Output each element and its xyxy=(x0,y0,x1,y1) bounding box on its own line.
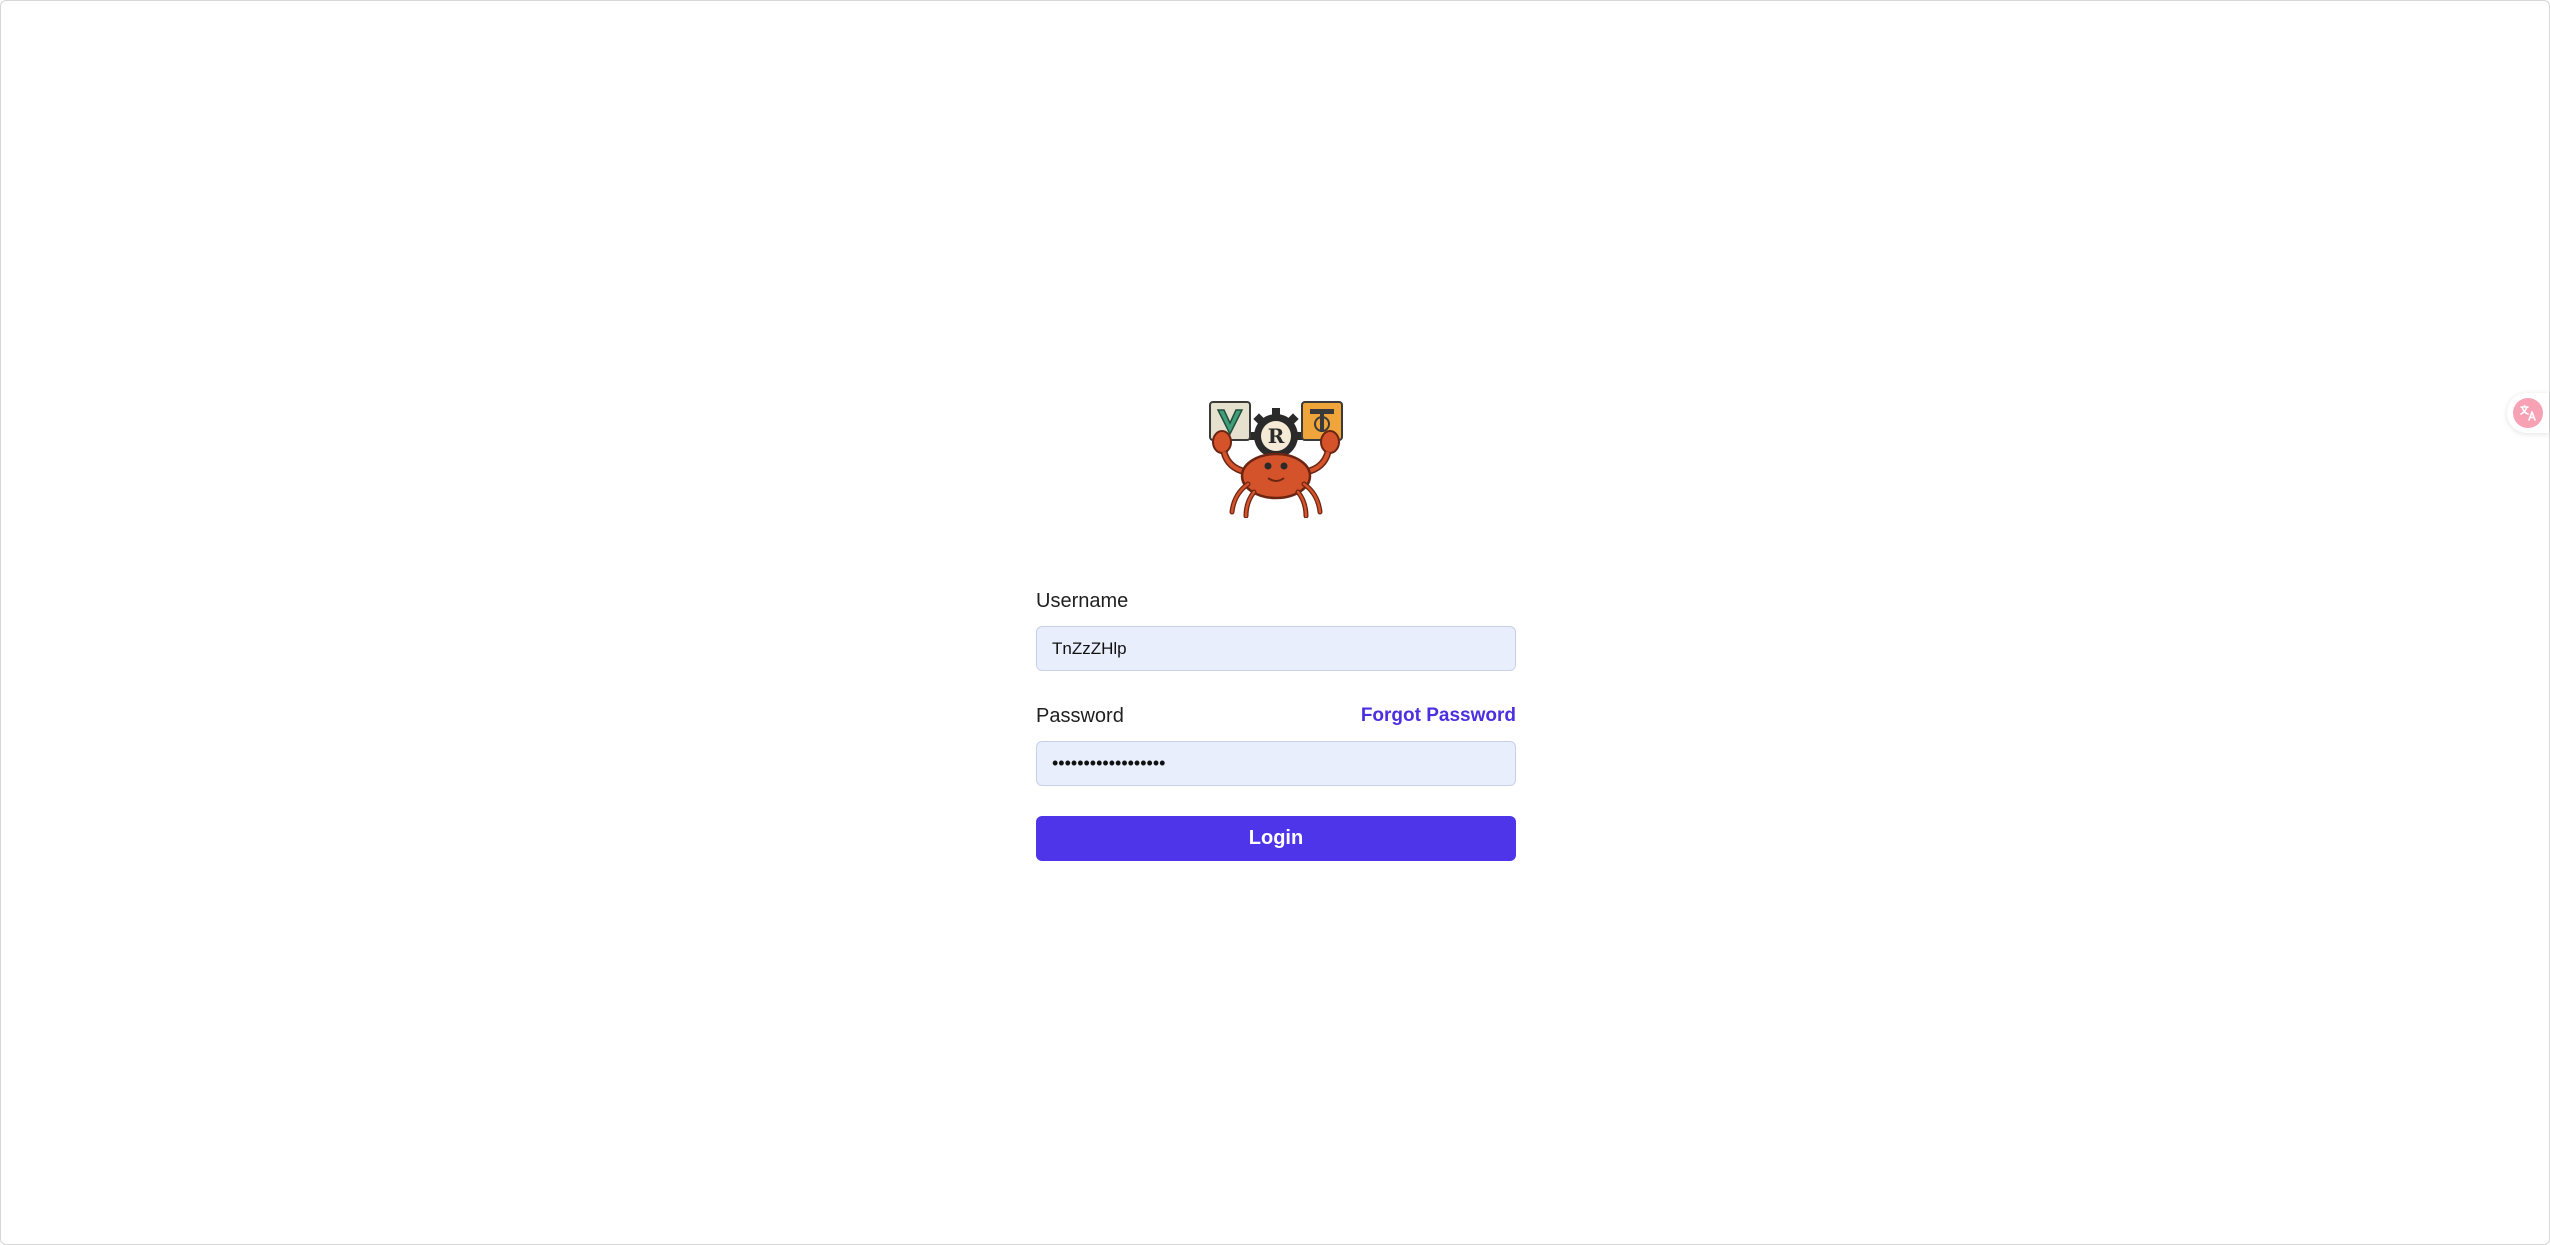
translate-icon[interactable] xyxy=(2513,398,2543,428)
svg-text:R: R xyxy=(1268,424,1285,448)
username-input[interactable] xyxy=(1036,626,1516,671)
forgot-password-link[interactable]: Forgot Password xyxy=(1361,705,1516,727)
login-form: Username Password Forgot Password Login xyxy=(1036,586,1516,861)
username-label: Username xyxy=(1036,590,1129,612)
password-label: Password xyxy=(1036,705,1124,727)
app-window: R Username TnZzZHlp Password Forgot Pass… xyxy=(0,0,2550,1245)
password-label-row: Password Forgot Password xyxy=(1036,701,1516,731)
crab-mascot-logo: R xyxy=(1209,401,1343,518)
login-button[interactable]: Login xyxy=(1036,816,1516,861)
translate-widget[interactable] xyxy=(2507,393,2549,433)
password-input[interactable] xyxy=(1036,741,1516,786)
